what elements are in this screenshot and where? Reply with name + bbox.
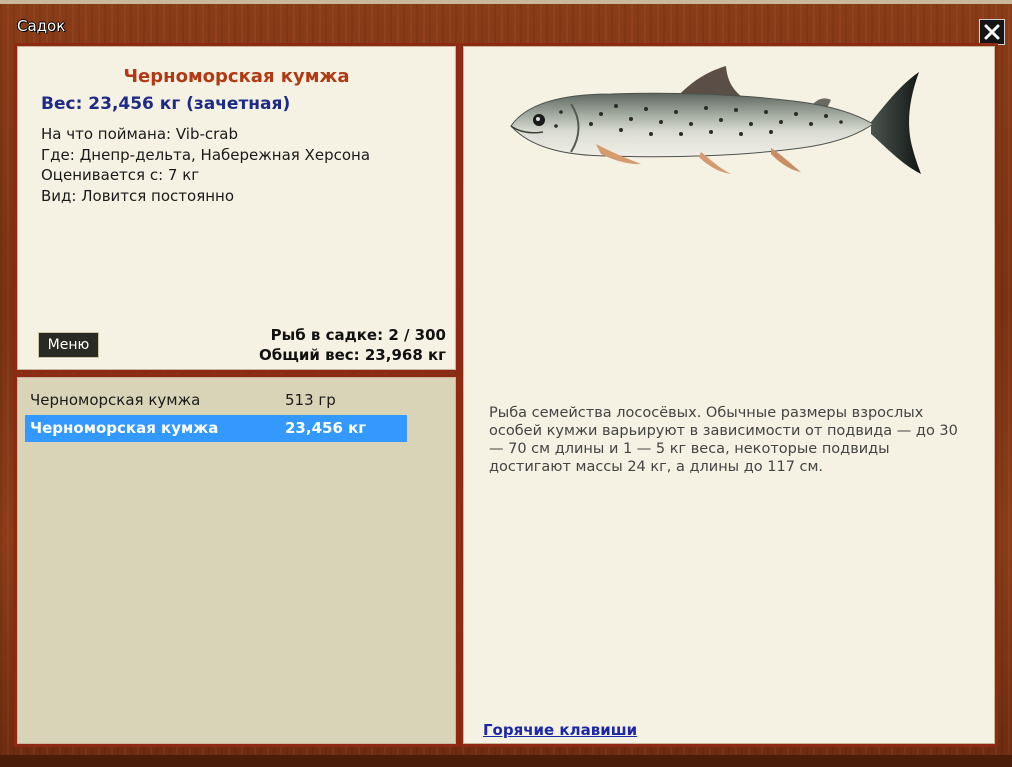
fish-info-lines: На что поймана: Vib-crab Где: Днепр-дель…	[41, 124, 370, 206]
menu-button[interactable]: Меню	[38, 332, 99, 358]
list-item-name: Черноморская кумжа	[30, 419, 219, 437]
location-line: Где: Днепр-дельта, Набережная Херсона	[41, 145, 371, 164]
close-button[interactable]	[979, 19, 1005, 45]
fish-detail-panel: Рыба семейства лососёвых. Обычные размер…	[460, 43, 998, 747]
trout-illustration	[510, 66, 921, 174]
list-item[interactable]: Черноморская кумжа 513 гр	[25, 387, 407, 414]
top-edge-strip	[0, 0, 1012, 4]
close-icon	[984, 24, 1000, 40]
list-item-weight: 513 гр	[285, 391, 336, 409]
bottom-edge-strip	[0, 755, 1012, 767]
fish-list-panel: Черноморская кумжа 513 гр Черноморская к…	[14, 374, 459, 747]
fish-info-panel: Черноморская кумжа Вес: 23,456 кг (зачет…	[14, 43, 459, 373]
keepnet-totals: Рыб в садке: 2 / 300 Общий вес: 23,968 к…	[259, 325, 446, 365]
list-item-weight: 23,456 кг	[285, 419, 367, 437]
fish-count: Рыб в садке: 2 / 300	[270, 326, 446, 344]
hotkeys-link[interactable]: Горячие клавиши	[483, 721, 637, 739]
window-title: Садок	[17, 17, 66, 35]
min-weight-line: Оценивается с: 7 кг	[41, 166, 200, 184]
total-weight: Общий вес: 23,968 кг	[259, 346, 446, 364]
fish-weight: Вес: 23,456 кг (зачетная)	[41, 94, 291, 114]
list-item-name: Черноморская кумжа	[30, 391, 201, 409]
fish-name-heading: Черноморская кумжа	[123, 66, 350, 87]
window-titlebar: Садок	[0, 8, 1012, 45]
list-item-selected[interactable]: Черноморская кумжа 23,456 кг	[25, 415, 407, 442]
fish-description: Рыба семейства лососёвых. Обычные размер…	[489, 405, 958, 475]
type-line: Вид: Ловится постоянно	[41, 186, 235, 205]
caught-with-line: На что поймана: Vib-crab	[41, 125, 239, 143]
